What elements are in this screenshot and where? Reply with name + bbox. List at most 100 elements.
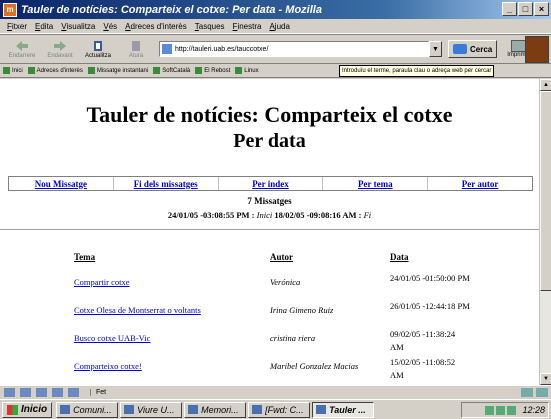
message-subject-link[interactable]: Cotxe Olesa de Montserrat o voltants: [74, 305, 201, 315]
nav-link[interactable]: Per index: [217, 177, 323, 190]
bookmark-item[interactable]: Adreces d'interès: [27, 67, 83, 74]
divider: [0, 229, 539, 230]
nav-link[interactable]: Fi dels missatges: [112, 177, 218, 190]
url-text: http://tauleri.uab.es/tauccotxe/: [175, 45, 269, 53]
message-date: 15/02/05 -11:08:52 AM: [390, 357, 456, 380]
start-button[interactable]: Inicio: [2, 401, 53, 418]
message-date: 26/01/05 -12:44:18 PM: [390, 301, 470, 311]
bookmark-icon: [27, 67, 35, 74]
message-row: Busco cotxe UAB-Vic cristina riera 09/02/0…: [0, 329, 539, 357]
message-subject-link[interactable]: Comparteixo cotxe!: [74, 361, 142, 371]
navigator-icon[interactable]: [4, 388, 15, 397]
status-indicators: [521, 388, 548, 397]
nav-link[interactable]: Nou Missatge: [9, 177, 113, 190]
menu-item[interactable]: Edita: [35, 22, 53, 31]
url-input[interactable]: http://tauleri.uab.es/tauccotxe/: [159, 41, 429, 57]
tray-network-icon[interactable]: [485, 405, 495, 415]
task-label: Comuni...: [73, 404, 112, 415]
maximize-button[interactable]: □: [518, 2, 533, 16]
bookmark-label: Linux: [244, 67, 259, 74]
composer-icon[interactable]: [36, 388, 47, 397]
scroll-down-button[interactable]: ▼: [540, 373, 551, 385]
reload-label: Actualitza: [84, 52, 111, 59]
mail-icon[interactable]: [20, 388, 31, 397]
menu-item[interactable]: Ajuda: [269, 22, 289, 31]
bookmark-item[interactable]: Missatge instantani: [87, 67, 149, 74]
task-label: Viure U...: [137, 404, 175, 415]
windows-logo-icon: [7, 404, 18, 415]
column-header-data: Data: [390, 252, 409, 262]
bookmark-icon: [235, 67, 243, 74]
status-bar: Fet: [0, 385, 551, 399]
scroll-up-button[interactable]: ▲: [540, 79, 551, 91]
stop-button[interactable]: Atura: [117, 35, 155, 63]
reload-button[interactable]: Actualitza: [79, 35, 117, 63]
page-icon: [162, 44, 172, 54]
forward-arrow-icon: [54, 40, 66, 51]
title-bar: m Tauler de notícies: Comparteix el cotx…: [0, 0, 551, 19]
search-button[interactable]: Cerca: [448, 40, 498, 58]
nav-link[interactable]: Per autor: [427, 177, 532, 190]
mozilla-icon: m: [3, 2, 17, 17]
bookmark-item[interactable]: SoftCatalà: [153, 67, 190, 74]
forward-button[interactable]: Endavant: [41, 35, 79, 63]
url-dropdown-button[interactable]: ▼: [429, 41, 442, 57]
message-row: Compartir cotxe Verónica 24/01/05 -01:50:0…: [0, 273, 539, 301]
close-button[interactable]: ×: [534, 2, 549, 16]
menu-item[interactable]: Tasques: [195, 22, 225, 31]
taskbar-task[interactable]: Memori...: [184, 401, 247, 418]
task-app-icon: [252, 405, 263, 414]
task-app-icon: [60, 405, 71, 414]
menu-bar: Fitxer Edita Visualitza Vés Adreces d'interè…: [0, 19, 551, 34]
bookmark-item[interactable]: El Rebost: [195, 67, 230, 74]
taskbar-task[interactable]: Comuni...: [56, 401, 119, 418]
chat-icon[interactable]: [68, 388, 79, 397]
address-book-icon[interactable]: [52, 388, 63, 397]
window-controls: _ □ ×: [502, 2, 549, 16]
scroll-thumb[interactable]: [540, 91, 551, 291]
back-arrow-icon: [16, 40, 28, 51]
tray-volume-icon[interactable]: [496, 405, 506, 415]
bookmark-label: Inici: [12, 67, 23, 74]
range-end-label: Fi: [363, 210, 372, 220]
task-app-icon: [188, 405, 199, 414]
task-label: Memori...: [201, 404, 239, 415]
taskbar-task[interactable]: Viure U...: [120, 401, 183, 418]
minimize-button[interactable]: _: [502, 2, 517, 16]
menu-item[interactable]: Fitxer: [7, 22, 27, 31]
message-subject-link[interactable]: Busco cotxe UAB-Vic: [74, 333, 150, 343]
task-label: [Fwd: C...: [265, 404, 304, 415]
menu-label-rest: isualitza: [66, 21, 96, 31]
taskbar-task[interactable]: [Fwd: C...: [248, 401, 311, 418]
range-end: 18/02/05 -09:08:16 AM :: [274, 210, 362, 220]
tray-app-icon[interactable]: [507, 405, 517, 415]
nav-link[interactable]: Per tema: [322, 177, 427, 190]
menu-label-rest: juda: [274, 21, 290, 31]
connection-icon: [521, 388, 533, 397]
vertical-scrollbar[interactable]: ▲ ▼: [539, 79, 551, 385]
message-nav: Nou Missatge Fi dels missatges Per index Pe…: [8, 176, 533, 191]
menu-item[interactable]: Visualitza: [61, 22, 95, 31]
back-button[interactable]: Endarrere: [3, 35, 41, 63]
bookmark-item[interactable]: Linux: [235, 67, 259, 74]
bookmark-label: Adreces d'interès: [36, 67, 83, 74]
message-subject-link[interactable]: Compartir cotxe: [74, 277, 129, 287]
reload-icon: [94, 40, 102, 51]
bookmark-icon: [195, 67, 203, 74]
menu-label-rest: és: [108, 21, 118, 31]
menu-label-rest: asques: [198, 21, 225, 31]
bookmark-label: Missatge instantani: [96, 67, 149, 74]
menu-item[interactable]: Adreces d'interès: [125, 22, 187, 31]
menu-item[interactable]: Finestra: [233, 22, 262, 31]
bookmark-icon: [153, 67, 161, 74]
back-label: Endarrere: [8, 52, 36, 59]
message-date: 09/02/05 -11:38:24 AM: [390, 329, 456, 352]
url-bar: http://tauleri.uab.es/tauccotxe/ ▼: [159, 41, 442, 57]
column-header-autor: Autor: [270, 252, 293, 262]
message-author: Maribel Gonzalez Macias: [270, 361, 359, 371]
bookmark-label: El Rebost: [204, 67, 231, 74]
menu-item[interactable]: Vés: [103, 22, 117, 31]
bookmark-item[interactable]: Inici: [3, 67, 23, 74]
page-content: Tauler de notícies: Comparteix el cotxe …: [0, 79, 539, 385]
taskbar-task[interactable]: Tauler ...: [312, 401, 375, 418]
